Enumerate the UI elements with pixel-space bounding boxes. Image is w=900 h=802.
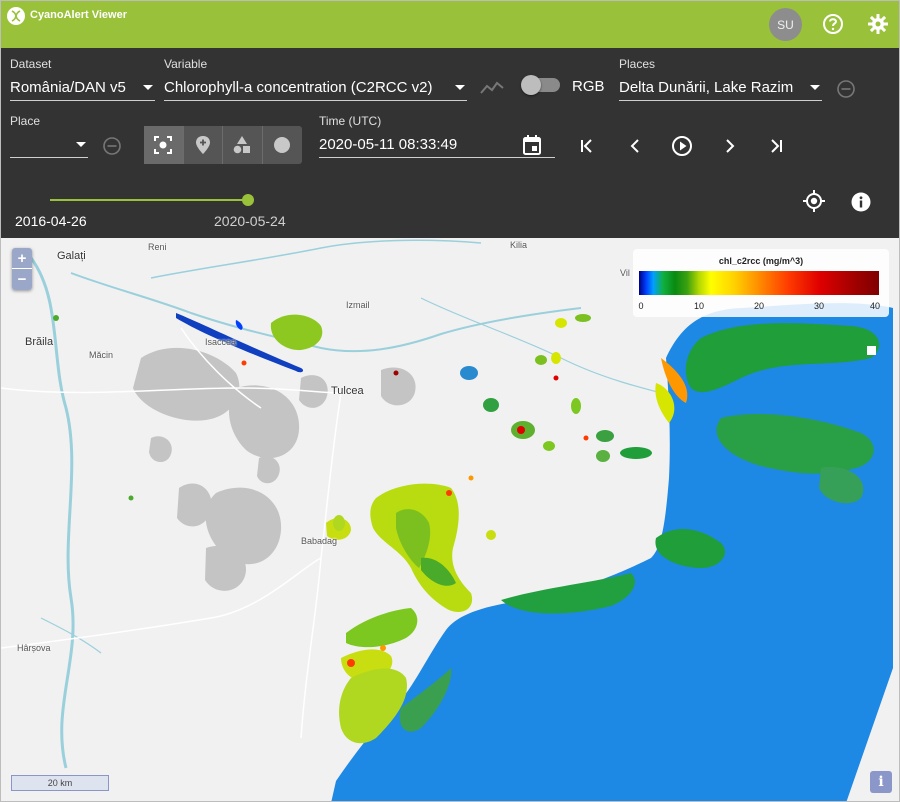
app-window: CyanoAlert Viewer SU Dataset România/DAN… <box>0 0 900 802</box>
legend-ticks: 0 10 20 30 40 <box>638 301 881 313</box>
time-label: Time (UTC) <box>319 114 382 128</box>
time-field[interactable]: 2020-05-11 08:33:49 <box>319 132 555 158</box>
legend-tick-label: 40 <box>869 301 881 311</box>
legend-color-bar <box>639 271 879 295</box>
color-legend: chl_c2rcc (mg/m^3) 0 10 20 30 40 <box>633 249 889 317</box>
dna-icon <box>7 7 25 25</box>
time-range-start: 2016-04-26 <box>15 213 87 229</box>
town-babadag: Babadag <box>301 536 338 546</box>
dataset-value: România/DAN v5 <box>10 79 126 96</box>
delta-lakes <box>53 313 652 540</box>
legend-title: chl_c2rcc (mg/m^3) <box>718 256 804 266</box>
app-title: CyanoAlert Viewer <box>30 9 128 21</box>
town-vilkove: Vil <box>620 268 630 278</box>
map-canvas <box>1 239 893 801</box>
dataset-select[interactable]: România/DAN v5 <box>10 75 155 101</box>
town-harsova: Hârșova <box>17 643 51 653</box>
chevron-down-icon <box>143 85 153 90</box>
map-info-button[interactable]: i <box>870 771 892 793</box>
time-range-track[interactable] <box>50 199 248 201</box>
skip-first-icon[interactable] <box>577 136 597 156</box>
places-value: Delta Dunării, Lake Razim <box>619 79 794 96</box>
calendar-icon[interactable] <box>521 134 543 156</box>
chevron-down-icon <box>810 85 820 90</box>
info-icon[interactable] <box>850 191 872 213</box>
zoom-out-button[interactable]: − <box>12 269 32 290</box>
place-tool-group <box>144 126 302 164</box>
user-avatar[interactable]: SU <box>769 8 802 41</box>
town-tulcea: Tulcea <box>331 385 364 397</box>
app-bar: CyanoAlert Viewer SU <box>1 1 899 48</box>
rgb-toggle-knob[interactable] <box>521 75 541 95</box>
map-view[interactable]: + − chl_c2rcc (mg/m^3) 0 10 20 30 40 Galați … <box>1 238 899 801</box>
variable-value: Chlorophyll-a concentration (C2RCC v2) <box>164 79 433 96</box>
zoom-control: + − <box>12 248 32 290</box>
town-isaccea: Isaccea <box>205 337 237 347</box>
time-range-handle[interactable] <box>242 194 254 206</box>
chevron-left-icon[interactable] <box>625 136 645 156</box>
legend-tick-label: 0 <box>638 301 644 311</box>
gear-icon[interactable] <box>866 12 890 36</box>
town-braila: Brăila <box>25 336 54 348</box>
legend-tick-label: 30 <box>813 301 825 311</box>
variable-label: Variable <box>164 57 208 71</box>
place-select[interactable] <box>10 132 88 158</box>
focus-select-icon[interactable] <box>144 126 184 164</box>
chevron-right-icon[interactable] <box>720 136 740 156</box>
chevron-down-icon <box>76 142 86 147</box>
skip-last-icon[interactable] <box>766 136 786 156</box>
chevron-down-icon <box>455 85 465 90</box>
town-kilia: Kilia <box>510 240 528 250</box>
timeseries-icon[interactable] <box>479 78 505 98</box>
urban-areas <box>133 347 416 591</box>
legend-tick-label: 20 <box>753 301 765 311</box>
circle-icon[interactable] <box>263 126 303 164</box>
places-label: Places <box>619 57 656 71</box>
sea-marker <box>867 346 876 355</box>
town-galati: Galați <box>57 250 86 262</box>
control-panel: Dataset România/DAN v5 Variable Chloroph… <box>1 48 899 238</box>
map-pin-plus-icon[interactable] <box>184 126 223 164</box>
town-reni: Reni <box>148 242 167 252</box>
crosshair-icon[interactable] <box>802 189 826 213</box>
town-izmail: Izmail <box>346 300 370 310</box>
shapes-icon[interactable] <box>223 126 263 164</box>
road-lines <box>1 327 342 739</box>
help-circle-icon[interactable] <box>821 12 845 36</box>
zoom-in-button[interactable]: + <box>12 248 32 269</box>
minus-circle-icon[interactable] <box>102 136 122 156</box>
place-label: Place <box>10 114 41 128</box>
places-select[interactable]: Delta Dunării, Lake Razim <box>619 75 822 101</box>
minus-circle-icon[interactable] <box>836 79 856 99</box>
time-range-end: 2020-05-24 <box>214 213 286 229</box>
legend-tick-label: 10 <box>693 301 705 311</box>
variable-select[interactable]: Chlorophyll-a concentration (C2RCC v2) <box>164 75 467 101</box>
dataset-label: Dataset <box>10 57 52 71</box>
play-circle-icon[interactable] <box>670 134 694 158</box>
town-macin: Măcin <box>89 350 114 360</box>
scale-bar: 20 km <box>11 775 109 791</box>
time-value: 2020-05-11 08:33:49 <box>319 136 458 153</box>
rgb-label: RGB <box>572 78 605 95</box>
